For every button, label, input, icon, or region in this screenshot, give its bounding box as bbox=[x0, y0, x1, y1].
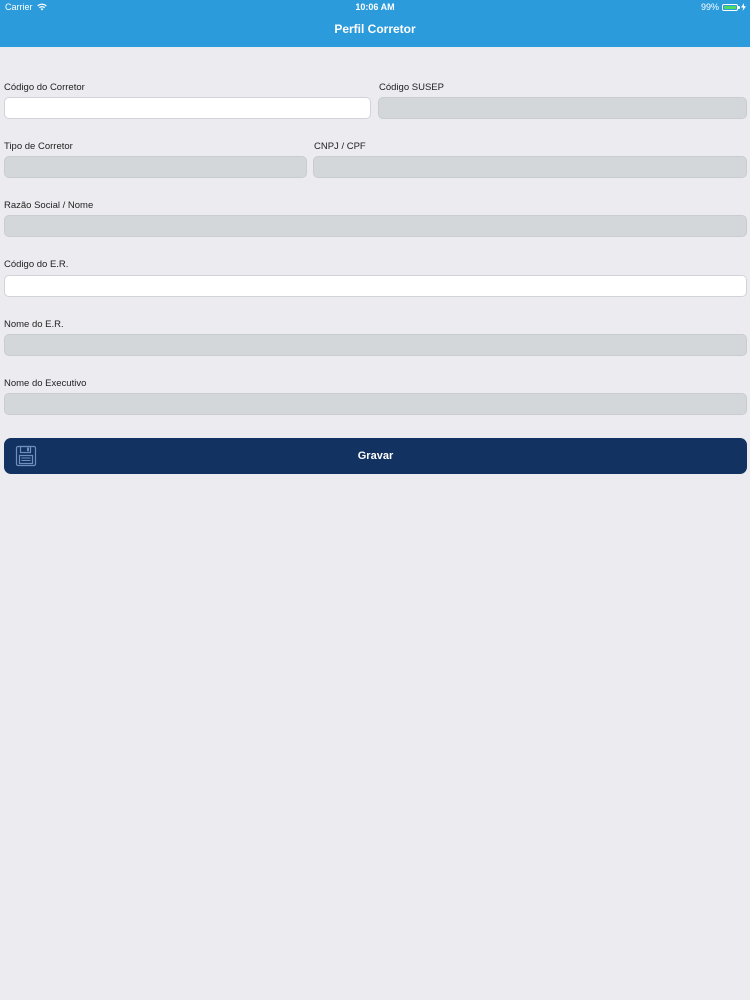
codigo-er-label: Código do E.R. bbox=[4, 259, 69, 270]
battery-percentage: 99% bbox=[700, 2, 719, 12]
save-button[interactable]: Gravar bbox=[4, 438, 747, 474]
nome-executivo-label: Nome do Executivo bbox=[4, 378, 87, 389]
battery-indicator: 99% bbox=[701, 0, 746, 14]
razao-social-label: Razão Social / Nome bbox=[4, 200, 94, 211]
tipo-corretor-input bbox=[4, 156, 307, 178]
tipo-corretor-label: Tipo de Corretor bbox=[4, 141, 73, 152]
save-button-label: Gravar bbox=[357, 450, 394, 462]
razao-social-input bbox=[4, 215, 747, 237]
codigo-er-input[interactable] bbox=[4, 275, 747, 297]
cnpj-cpf-input bbox=[313, 156, 747, 178]
nome-executivo-input bbox=[4, 393, 747, 415]
nome-er-input bbox=[4, 334, 747, 356]
cnpj-cpf-label: CNPJ / CPF bbox=[314, 141, 366, 152]
status-time: 10:06 AM bbox=[355, 2, 395, 12]
codigo-corretor-input[interactable] bbox=[4, 97, 371, 119]
codigo-susep-label: Código SUSEP bbox=[379, 82, 444, 93]
codigo-corretor-label: Código do Corretor bbox=[4, 82, 85, 93]
status-bar: Carrier 10:06 AM 99% bbox=[0, 0, 750, 14]
page-title: Perfil Corretor bbox=[334, 22, 416, 36]
charging-icon bbox=[741, 3, 746, 11]
battery-icon bbox=[722, 3, 740, 11]
codigo-susep-input bbox=[378, 97, 747, 119]
navigation-bar: Carrier 10:06 AM 99% Perfil Corretor bbox=[0, 0, 750, 47]
nome-er-label: Nome do E.R. bbox=[4, 319, 64, 330]
